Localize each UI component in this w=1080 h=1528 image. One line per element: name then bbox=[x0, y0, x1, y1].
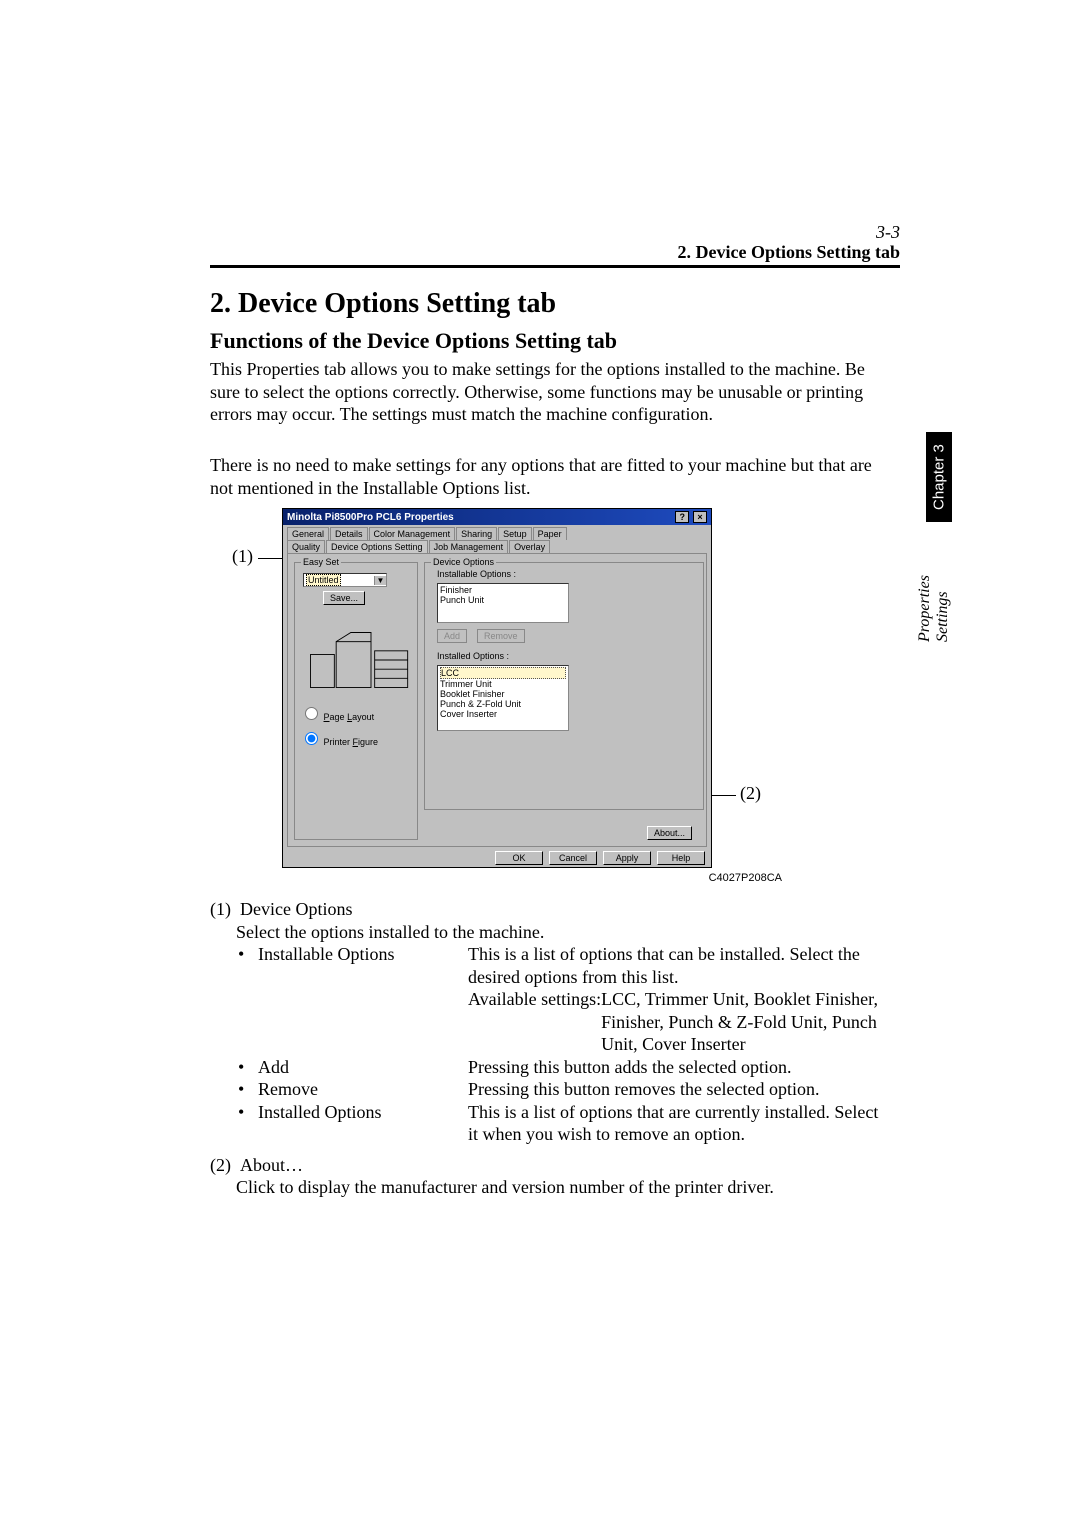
tab-sharing[interactable]: Sharing bbox=[456, 527, 497, 540]
close-icon[interactable]: × bbox=[693, 511, 707, 523]
paragraph: This Properties tab allows you to make s… bbox=[210, 358, 880, 426]
add-button[interactable]: Add bbox=[437, 629, 467, 643]
item-title: Device Options bbox=[240, 899, 352, 919]
tab-device-options-setting[interactable]: Device Options Setting bbox=[326, 540, 428, 553]
ok-button[interactable]: OK bbox=[495, 851, 543, 865]
device-options-group-label: Device Options bbox=[431, 557, 496, 567]
tab-quality[interactable]: Quality bbox=[287, 540, 325, 553]
dialog-titlebar: Minolta Pi8500Pro PCL6 Properties ? × bbox=[283, 509, 711, 525]
callout-2-label: (2) bbox=[740, 783, 761, 804]
list-item[interactable]: Punch Unit bbox=[440, 595, 566, 605]
chapter-badge: Chapter 3 bbox=[926, 432, 952, 522]
dialog-button-row: OK Cancel Apply Help bbox=[283, 847, 711, 871]
running-header: 2. Device Options Setting tab bbox=[678, 242, 901, 263]
list-item[interactable]: LCC bbox=[440, 667, 566, 679]
paragraph: There is no need to make settings for an… bbox=[210, 454, 880, 499]
view-page-layout-radio[interactable]: Page Layout bbox=[305, 707, 413, 722]
term-description: This is a list of options that are curre… bbox=[468, 1101, 880, 1146]
radio-icon[interactable] bbox=[305, 707, 318, 720]
bullet-icon: • bbox=[238, 943, 244, 966]
bullet-icon: • bbox=[238, 1101, 244, 1124]
item-lead: Select the options installed to the mach… bbox=[210, 921, 880, 944]
page-number: 3-3 bbox=[876, 222, 900, 243]
available-settings-label: Available settings: bbox=[468, 988, 601, 1056]
figure-code: C4027P208CA bbox=[709, 872, 782, 884]
term-description: Pressing this button removes the selecte… bbox=[468, 1078, 880, 1101]
item-number: (1) bbox=[210, 899, 231, 919]
callout-1-label: (1) bbox=[232, 546, 253, 567]
help-icon[interactable]: ? bbox=[675, 511, 689, 523]
remove-button[interactable]: Remove bbox=[477, 629, 525, 643]
view-printer-figure-radio[interactable]: Printer Figure bbox=[305, 732, 413, 747]
side-section-label: Properties Settings bbox=[916, 532, 952, 642]
tab-overlay[interactable]: Overlay bbox=[509, 540, 550, 553]
term-description: Pressing this button adds the selected o… bbox=[468, 1056, 880, 1079]
help-button[interactable]: Help bbox=[657, 851, 705, 865]
tab-job-management[interactable]: Job Management bbox=[429, 540, 509, 553]
printer-illustration bbox=[305, 623, 415, 697]
cancel-button[interactable]: Cancel bbox=[549, 851, 597, 865]
easy-set-combo[interactable]: Untitled ▼ bbox=[303, 573, 387, 587]
about-button[interactable]: About... bbox=[647, 826, 692, 840]
radio-label: Printer Figure bbox=[324, 737, 379, 747]
item-description: Click to display the manufacturer and ve… bbox=[210, 1176, 880, 1199]
radio-label: Page Layout bbox=[324, 712, 375, 722]
term-label: Add bbox=[258, 1056, 468, 1079]
term-label: Remove bbox=[258, 1078, 468, 1101]
term-label: Installable Options bbox=[258, 943, 468, 1056]
easy-set-group: Easy Set Untitled ▼ Save... bbox=[294, 562, 418, 840]
installable-options-label: Installable Options : bbox=[437, 569, 699, 579]
installed-options-label: Installed Options : bbox=[437, 651, 699, 661]
available-settings-values: LCC, Trimmer Unit, Booklet Finisher, Fin… bbox=[601, 988, 880, 1056]
list-item[interactable]: Cover Inserter bbox=[440, 709, 566, 719]
tab-details[interactable]: Details bbox=[330, 527, 368, 540]
tab-paper[interactable]: Paper bbox=[533, 527, 567, 540]
easy-set-combo-value: Untitled bbox=[306, 574, 341, 586]
tab-setup[interactable]: Setup bbox=[498, 527, 532, 540]
tab-color-management[interactable]: Color Management bbox=[369, 527, 456, 540]
installable-options-listbox[interactable]: Finisher Punch Unit bbox=[437, 583, 569, 623]
installed-options-listbox[interactable]: LCC Trimmer Unit Booklet Finisher Punch … bbox=[437, 665, 569, 731]
item-title: About… bbox=[240, 1155, 303, 1175]
description-list: (1) Device Options Select the options in… bbox=[210, 898, 880, 1199]
list-item[interactable]: Booklet Finisher bbox=[440, 689, 566, 699]
properties-dialog: Minolta Pi8500Pro PCL6 Properties ? × Ge… bbox=[282, 508, 712, 868]
dialog-tabs: General Details Color Management Sharing… bbox=[283, 525, 711, 553]
bullet-icon: • bbox=[238, 1078, 244, 1101]
side-tab: Chapter 3 Properties Settings bbox=[926, 432, 952, 642]
subheading: Functions of the Device Options Setting … bbox=[210, 328, 617, 354]
save-button[interactable]: Save... bbox=[323, 591, 365, 605]
easy-set-group-label: Easy Set bbox=[301, 557, 341, 567]
term-description: This is a list of options that can be in… bbox=[468, 943, 880, 988]
tab-general[interactable]: General bbox=[287, 527, 329, 540]
bullet-icon: • bbox=[238, 1056, 244, 1079]
list-item[interactable]: Finisher bbox=[440, 585, 566, 595]
page-title: 2. Device Options Setting tab bbox=[210, 288, 556, 320]
header-rule bbox=[210, 265, 900, 268]
term-label: Installed Options bbox=[258, 1101, 468, 1146]
tab-body: Easy Set Untitled ▼ Save... bbox=[287, 553, 707, 847]
list-item[interactable]: Punch & Z-Fold Unit bbox=[440, 699, 566, 709]
dialog-title: Minolta Pi8500Pro PCL6 Properties bbox=[287, 512, 454, 523]
item-number: (2) bbox=[210, 1155, 231, 1175]
apply-button[interactable]: Apply bbox=[603, 851, 651, 865]
radio-icon[interactable] bbox=[305, 732, 318, 745]
list-item[interactable]: Trimmer Unit bbox=[440, 679, 566, 689]
chevron-down-icon[interactable]: ▼ bbox=[374, 576, 386, 585]
device-options-group: Device Options Installable Options : Fin… bbox=[424, 562, 704, 810]
